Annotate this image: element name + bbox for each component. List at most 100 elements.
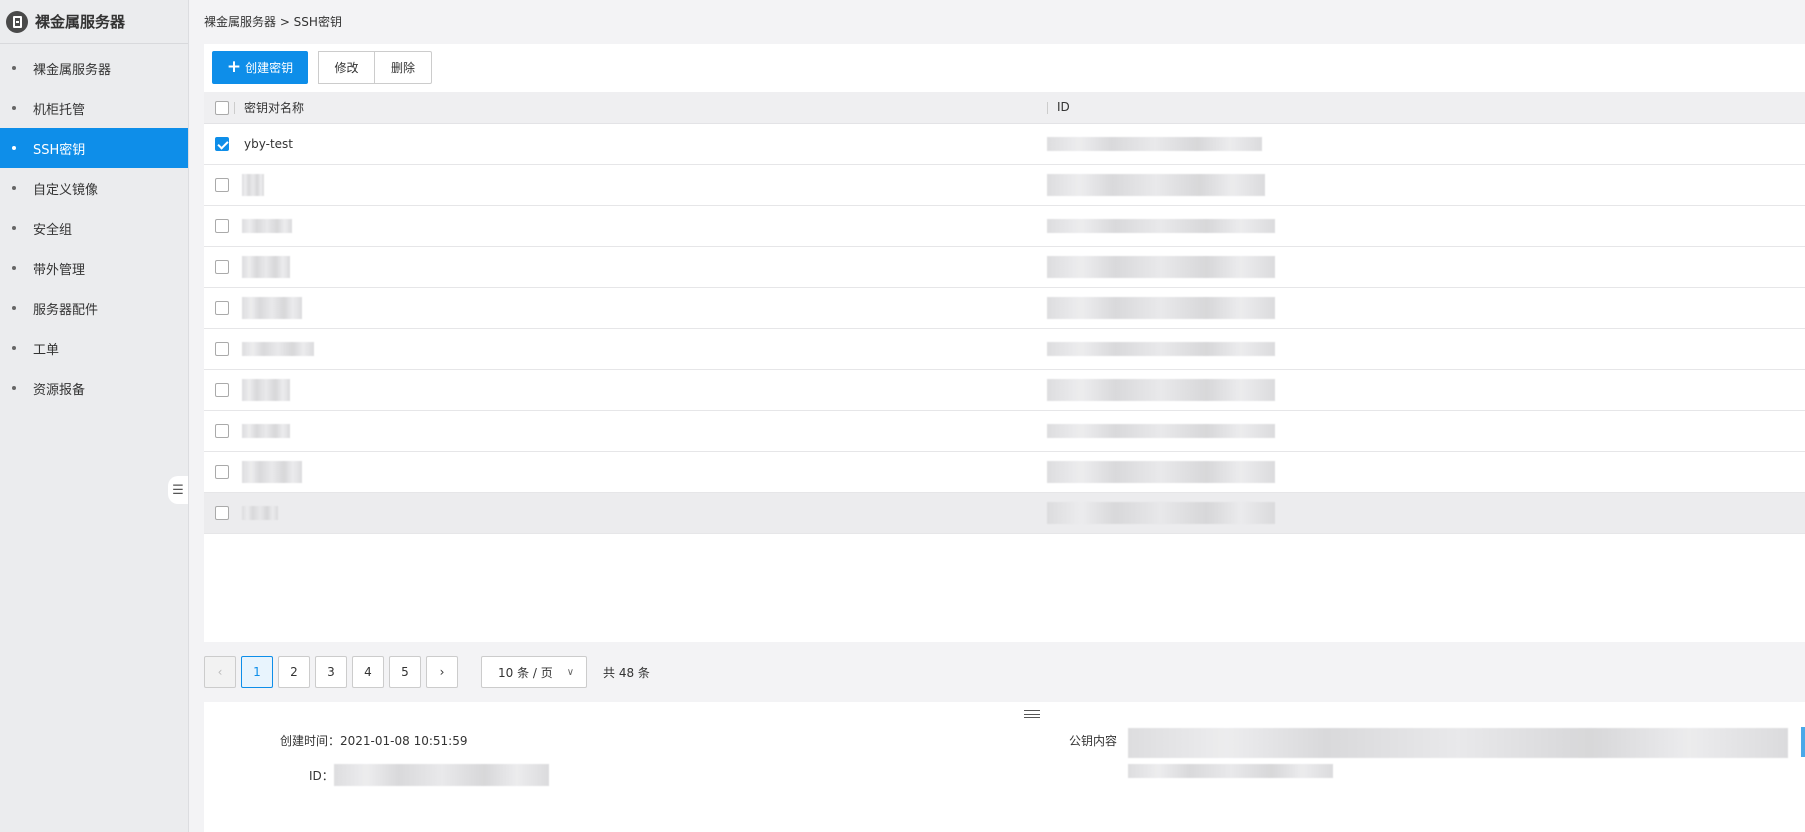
sidebar-item-tickets[interactable]: 工单: [0, 328, 188, 368]
sidebar-collapse-button[interactable]: ☰: [168, 476, 188, 504]
redacted-id-cell: [1047, 255, 1275, 278]
redacted-id-value: [333, 764, 549, 786]
bullet-icon: [12, 306, 16, 310]
sidebar-item-label: 工单: [33, 342, 60, 358]
prev-page-button[interactable]: ‹: [204, 656, 236, 688]
row-checkbox[interactable]: [215, 177, 229, 192]
bullet-icon: [12, 146, 16, 150]
redacted-name-cell: [242, 296, 302, 319]
redacted-name-cell: [242, 218, 292, 233]
sidebar-item-colocation[interactable]: 机柜托管: [0, 88, 188, 128]
sidebar-item-security-group[interactable]: 安全组: [0, 208, 188, 248]
redacted-public-key: [1128, 728, 1788, 758]
key-name-cell: yby-test: [244, 136, 293, 151]
key-list-panel: + 创建密钥 修改 删除 密钥对名称 ID yby-test: [204, 44, 1805, 642]
row-checkbox[interactable]: [215, 341, 229, 356]
total-count: 共 48 条: [603, 665, 650, 680]
page-button-1[interactable]: 1: [241, 656, 273, 688]
table-row[interactable]: yby-test: [204, 123, 1805, 165]
redacted-name-cell: [242, 341, 314, 356]
bullet-icon: [12, 106, 16, 110]
column-header-id: ID: [1057, 100, 1070, 115]
table-row[interactable]: [204, 205, 1805, 247]
key-table: 密钥对名称 ID yby-test: [204, 92, 1805, 534]
delete-button[interactable]: 删除: [375, 51, 432, 84]
sidebar-item-label: 安全组: [33, 222, 73, 238]
breadcrumb: 裸金属服务器 > SSH密钥: [204, 15, 342, 29]
sidebar-item-resource-report[interactable]: 资源报备: [0, 368, 188, 408]
redacted-id-cell: [1047, 173, 1265, 196]
sidebar-item-bare-metal[interactable]: 裸金属服务器: [0, 48, 188, 88]
sidebar-title: 裸金属服务器: [35, 13, 126, 31]
page-button-2[interactable]: 2: [278, 656, 310, 688]
redacted-id-cell: [1047, 218, 1275, 233]
row-checkbox[interactable]: [215, 218, 229, 233]
sidebar-item-label: 裸金属服务器: [33, 62, 112, 78]
redacted-name-cell: [242, 255, 290, 278]
table-row[interactable]: [204, 451, 1805, 493]
create-key-label: 创建密钥: [245, 61, 294, 75]
edit-button[interactable]: 修改: [318, 51, 375, 84]
pagination: ‹ 1 2 3 4 5 › 10 条 / 页 ∨ 共 48 条: [204, 650, 1805, 694]
redacted-public-key: [1128, 764, 1333, 778]
row-checkbox[interactable]: [215, 382, 229, 397]
row-checkbox[interactable]: [215, 136, 229, 151]
row-checkbox[interactable]: [215, 259, 229, 274]
next-page-button[interactable]: ›: [426, 656, 458, 688]
table-header-row: 密钥对名称 ID: [204, 92, 1805, 124]
sidebar-item-label: 资源报备: [33, 382, 86, 398]
page-size-select[interactable]: 10 条 / 页 ∨: [481, 656, 587, 688]
row-checkbox[interactable]: [215, 423, 229, 438]
detail-panel: 创建时间： 2021-01-08 10:51:59 ID： 公钥内容: [204, 702, 1805, 832]
redacted-id-cell: [1047, 136, 1262, 151]
sidebar-item-server-parts[interactable]: 服务器配件: [0, 288, 188, 328]
plus-icon: +: [226, 57, 242, 77]
public-key-label: 公钥内容: [1069, 734, 1118, 748]
toolbar: + 创建密钥 修改 删除: [212, 51, 432, 84]
redacted-id-cell: [1047, 296, 1275, 319]
column-header-name: 密钥对名称: [244, 100, 305, 115]
chevron-left-icon: ‹: [217, 665, 223, 679]
table-row[interactable]: [204, 410, 1805, 452]
sidebar-item-label: 自定义镜像: [33, 182, 99, 198]
redacted-name-cell: [242, 378, 290, 401]
sidebar: 裸金属服务器 裸金属服务器 机柜托管 SSH密钥 自定义镜像 安全组 带外管理 …: [0, 0, 189, 832]
sidebar-item-label: 带外管理: [33, 262, 86, 278]
resize-handle-icon[interactable]: [1024, 710, 1040, 718]
redacted-name-cell: [242, 505, 278, 520]
table-row[interactable]: [204, 287, 1805, 329]
public-key-value: [1128, 728, 1788, 778]
chevron-right-icon: ›: [439, 665, 445, 679]
redacted-name-cell: [242, 423, 290, 438]
sidebar-item-ssh-keys[interactable]: SSH密钥: [0, 128, 188, 168]
bullet-icon: [12, 226, 16, 230]
sidebar-item-label: SSH密钥: [33, 142, 86, 158]
bullet-icon: [12, 346, 16, 350]
created-time-field: 创建时间： 2021-01-08 10:51:59: [280, 732, 467, 749]
page-button-5[interactable]: 5: [389, 656, 421, 688]
redacted-id-cell: [1047, 341, 1275, 356]
bullet-icon: [12, 386, 16, 390]
redacted-id-cell: [1047, 501, 1275, 524]
row-checkbox[interactable]: [215, 505, 229, 520]
table-row[interactable]: [204, 246, 1805, 288]
page-size-value: 10 条 / 页: [498, 665, 553, 680]
sidebar-item-label: 机柜托管: [33, 102, 86, 118]
select-all-checkbox[interactable]: [215, 100, 229, 115]
create-key-button[interactable]: + 创建密钥: [212, 51, 308, 84]
row-checkbox[interactable]: [215, 464, 229, 479]
sidebar-nav: 裸金属服务器 机柜托管 SSH密钥 自定义镜像 安全组 带外管理 服务器配件 工…: [0, 44, 188, 408]
sidebar-item-custom-images[interactable]: 自定义镜像: [0, 168, 188, 208]
page-button-3[interactable]: 3: [315, 656, 347, 688]
table-row[interactable]: [204, 369, 1805, 411]
sidebar-item-label: 服务器配件: [33, 302, 99, 318]
created-time-label: 创建时间：: [280, 734, 341, 748]
sidebar-item-oob-management[interactable]: 带外管理: [0, 248, 188, 288]
row-checkbox[interactable]: [215, 300, 229, 315]
table-row[interactable]: [204, 328, 1805, 370]
server-icon: [6, 10, 28, 33]
table-row[interactable]: [204, 492, 1805, 534]
table-row[interactable]: [204, 164, 1805, 206]
bullet-icon: [12, 66, 16, 70]
page-button-4[interactable]: 4: [352, 656, 384, 688]
